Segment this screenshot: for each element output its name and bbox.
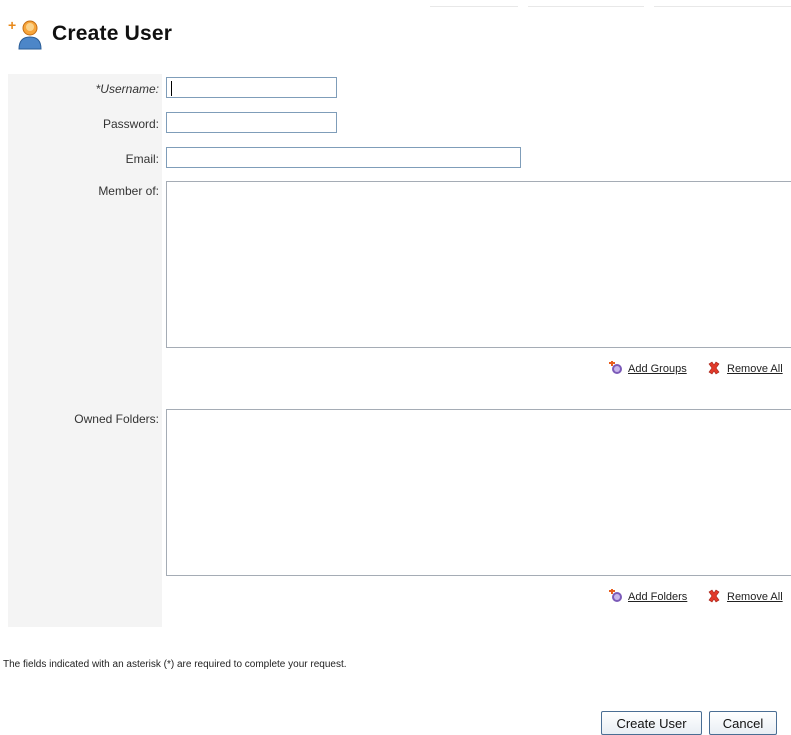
- username-label: *Username:: [95, 82, 159, 96]
- owned-folders-label: Owned Folders:: [74, 412, 159, 426]
- member-of-label: Member of:: [98, 184, 159, 198]
- cancel-button[interactable]: Cancel: [709, 711, 777, 735]
- username-input[interactable]: [166, 77, 337, 98]
- remove-all-groups-icon[interactable]: [707, 361, 721, 375]
- top-tab-edge-1: [430, 0, 518, 7]
- create-user-button[interactable]: Create User: [601, 711, 702, 735]
- email-label: Email:: [125, 152, 159, 166]
- add-user-icon: +: [8, 17, 46, 50]
- remove-all-groups-link[interactable]: Remove All: [727, 363, 783, 375]
- password-input[interactable]: [166, 112, 337, 133]
- required-fields-note: The fields indicated with an asterisk (*…: [3, 659, 347, 670]
- add-groups-icon[interactable]: [609, 360, 623, 375]
- remove-all-folders-icon[interactable]: [707, 589, 721, 603]
- add-folders-link[interactable]: Add Folders: [628, 591, 687, 603]
- add-folders-icon[interactable]: [609, 588, 623, 603]
- text-cursor: [171, 81, 172, 96]
- password-label: Password:: [102, 117, 159, 131]
- svg-text:+: +: [8, 18, 16, 33]
- email-input[interactable]: [166, 147, 521, 168]
- add-groups-link[interactable]: Add Groups: [628, 363, 687, 375]
- top-tab-edge-3: [654, 0, 791, 7]
- top-tab-edge-2: [528, 0, 644, 7]
- member-of-listbox[interactable]: [166, 181, 791, 348]
- remove-all-folders-link[interactable]: Remove All: [727, 591, 783, 603]
- owned-folders-listbox[interactable]: [166, 409, 791, 576]
- page-title: Create User: [52, 22, 173, 45]
- page-header: + Create User: [8, 17, 173, 50]
